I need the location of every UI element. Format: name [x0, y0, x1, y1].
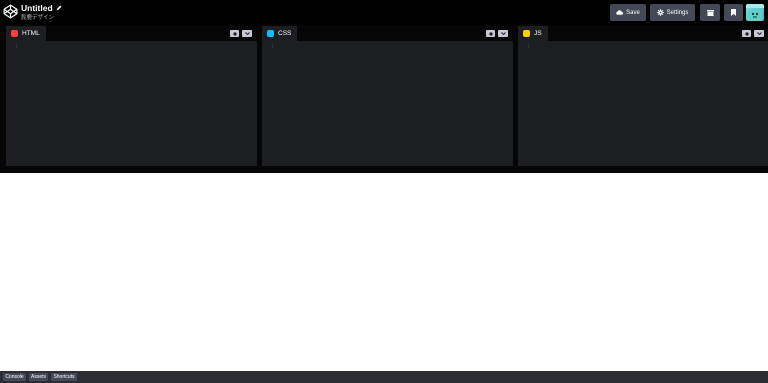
pen-title[interactable]: Untitled [21, 3, 53, 13]
gear-icon [488, 31, 493, 36]
css-icon [267, 30, 274, 37]
line-number: 1 [527, 44, 531, 50]
console-button[interactable]: Console [3, 373, 26, 381]
html-code-area[interactable]: 1 [6, 41, 257, 166]
js-editor-header: JS [518, 26, 768, 41]
preview-pane[interactable] [0, 173, 768, 371]
js-icon [523, 30, 530, 37]
js-tab-label: JS [534, 30, 542, 37]
css-tab[interactable]: CSS [262, 26, 298, 41]
line-number: 1 [15, 44, 19, 50]
bookmark-button[interactable] [724, 4, 743, 21]
line-number: 1 [271, 44, 275, 50]
js-code-area[interactable]: 1 [518, 41, 768, 166]
css-collapse-button[interactable] [498, 30, 508, 37]
css-editor: CSS 1 [262, 26, 513, 166]
chevron-down-icon [756, 32, 762, 35]
js-collapse-button[interactable] [754, 30, 764, 37]
save-button[interactable]: Save [610, 4, 646, 21]
pen-title-block: Untitled 髭鹿デザイン [21, 3, 62, 22]
css-code-area[interactable]: 1 [262, 41, 513, 166]
pencil-icon[interactable] [56, 5, 62, 11]
gear-icon [744, 31, 749, 36]
html-editor: HTML 1 [6, 26, 257, 166]
html-tab[interactable]: HTML [6, 26, 46, 41]
editor-panels: HTML 1 CSS 1 JS 1 [0, 25, 768, 173]
html-editor-header: HTML [6, 26, 257, 41]
cloud-icon [616, 10, 624, 15]
gear-icon [656, 9, 664, 16]
html-collapse-button[interactable] [242, 30, 252, 37]
header-bar: Untitled 髭鹿デザイン Save Settings [0, 0, 768, 25]
chevron-down-icon [244, 32, 250, 35]
change-view-button[interactable] [700, 4, 720, 21]
chevron-down-icon [500, 32, 506, 35]
js-tab[interactable]: JS [518, 26, 548, 41]
shortcuts-button[interactable]: Shortcuts [51, 373, 77, 381]
css-tab-label: CSS [278, 30, 292, 37]
js-settings-button[interactable] [742, 30, 751, 37]
footer-bar: Console Assets Shortcuts [0, 371, 768, 383]
settings-button[interactable]: Settings [650, 4, 695, 21]
html-tab-label: HTML [22, 30, 40, 37]
author-name[interactable]: 髭鹿デザイン [21, 14, 62, 22]
gear-icon [232, 31, 237, 36]
assets-button[interactable]: Assets [29, 373, 48, 381]
user-avatar[interactable] [746, 4, 764, 21]
css-settings-button[interactable] [486, 30, 495, 37]
css-editor-header: CSS [262, 26, 513, 41]
avatar-face-icon [746, 4, 764, 21]
js-editor: JS 1 [518, 26, 768, 166]
codepen-logo-icon[interactable] [3, 4, 18, 19]
save-label: Save [626, 9, 640, 16]
layout-icon [706, 9, 714, 16]
bookmark-icon [731, 9, 736, 16]
html-icon [11, 30, 18, 37]
html-settings-button[interactable] [230, 30, 239, 37]
settings-label: Settings [666, 9, 689, 16]
